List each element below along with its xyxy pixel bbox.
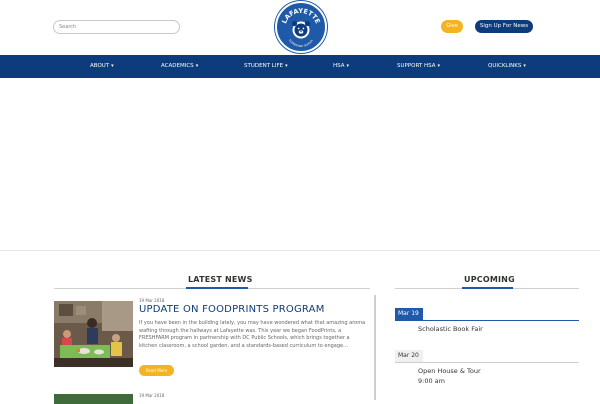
hero-divider bbox=[0, 250, 600, 251]
chevron-down-icon: ▾ bbox=[437, 63, 441, 69]
chevron-down-icon: ▾ bbox=[523, 63, 526, 69]
read-more-button[interactable]: Read More bbox=[139, 365, 174, 376]
event-title-link[interactable]: Open House & Tour bbox=[418, 367, 481, 375]
nav-label: ACADEMICS bbox=[161, 63, 194, 69]
svg-text:ELEMENTARY SCHOOL: ELEMENTARY SCHOOL bbox=[288, 38, 314, 48]
event-time: 9:00 am bbox=[418, 377, 445, 385]
upcoming-heading-accent bbox=[462, 287, 513, 289]
nav-label: QUICKLINKS bbox=[488, 63, 522, 69]
news-date: 19 Mar 2018 bbox=[139, 393, 165, 398]
event-title-link[interactable]: Scholastic Book Fair bbox=[418, 325, 483, 333]
news-thumbnail[interactable] bbox=[54, 301, 133, 367]
sign-up-news-button[interactable]: Sign Up For News bbox=[475, 20, 533, 33]
nav-label: STUDENT LIFE bbox=[244, 63, 284, 69]
column-divider bbox=[374, 295, 376, 400]
school-logo[interactable]: LAFAYETTE ELEMENTARY SCHOOL bbox=[275, 1, 327, 53]
nav-item-hsa[interactable]: HSA ▾ bbox=[333, 55, 349, 78]
nav-item-support-hsa[interactable]: SUPPORT HSA ▾ bbox=[397, 55, 440, 78]
chevron-down-icon: ▾ bbox=[346, 63, 350, 69]
give-button[interactable]: Give bbox=[441, 20, 463, 33]
chevron-down-icon: ▾ bbox=[111, 63, 114, 69]
news-excerpt: If you have been in the building lately,… bbox=[139, 320, 366, 349]
nav-label: HSA bbox=[333, 63, 345, 69]
event-date-badge: Mar 19 bbox=[395, 308, 423, 320]
event-date-badge: Mar 20 bbox=[395, 350, 423, 362]
chevron-down-icon: ▾ bbox=[285, 63, 288, 69]
upcoming-heading: UPCOMING bbox=[464, 275, 515, 284]
nav-label: SUPPORT HSA bbox=[397, 63, 436, 69]
nav-item-student-life[interactable]: STUDENT LIFE ▾ bbox=[244, 55, 288, 78]
nav-item-academics[interactable]: ACADEMICS ▾ bbox=[161, 55, 198, 78]
chevron-down-icon: ▾ bbox=[195, 63, 199, 69]
search-input[interactable] bbox=[53, 20, 180, 34]
bear-icon: LAFAYETTE ELEMENTARY SCHOOL bbox=[280, 7, 322, 48]
latest-news-heading: LATEST NEWS bbox=[188, 275, 253, 284]
news-date: 19 Mar 2018 bbox=[139, 298, 165, 303]
event-rule bbox=[395, 362, 579, 363]
news-heading-accent bbox=[186, 287, 248, 289]
main-nav: ABOUT ▾ ACADEMICS ▾ STUDENT LIFE ▾ HSA ▾ SUP… bbox=[0, 55, 600, 78]
event-rule bbox=[395, 320, 579, 321]
nav-item-about[interactable]: ABOUT ▾ bbox=[90, 55, 114, 78]
logo-text-bottom: ELEMENTARY SCHOOL bbox=[288, 38, 314, 48]
news-title-link[interactable]: UPDATE ON FOODPRINTS PROGRAM bbox=[139, 304, 325, 315]
nav-label: ABOUT bbox=[90, 63, 110, 69]
nav-item-quicklinks[interactable]: QUICKLINKS ▾ bbox=[488, 55, 526, 78]
news-thumbnail[interactable] bbox=[54, 394, 133, 404]
